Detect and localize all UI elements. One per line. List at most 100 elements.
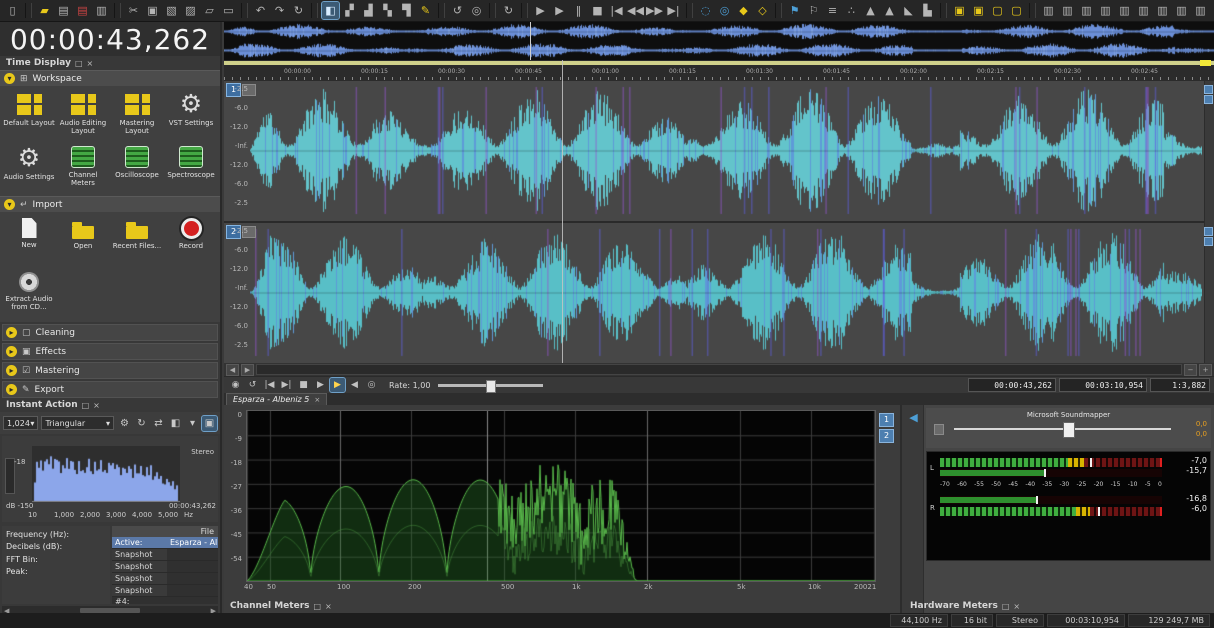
chevron-down-icon[interactable]: ▾ bbox=[4, 199, 15, 210]
time-ruler[interactable]: 00:00:00 00:00:15 00:00:30 00:00:45 00:01:00… bbox=[224, 60, 1214, 82]
float-window-icon[interactable]: □ bbox=[75, 59, 83, 68]
snap-to-grid-icon[interactable]: ▙ bbox=[919, 2, 936, 19]
time-display-tab[interactable]: Time Display □ × bbox=[0, 56, 220, 70]
region-icon[interactable]: ⚐ bbox=[805, 2, 822, 19]
float-window-icon[interactable]: □ bbox=[313, 602, 321, 611]
section-export[interactable]: ▸ ✎ Export bbox=[2, 381, 218, 398]
fft-size-select[interactable]: 1,024 ▾ bbox=[3, 416, 39, 430]
default-layout[interactable]: Default Layout bbox=[3, 89, 55, 141]
mastering-layout[interactable]: Mastering Layout bbox=[111, 89, 163, 141]
spectroscope[interactable]: Spectroscope bbox=[165, 143, 217, 195]
repeat-icon[interactable]: ↻ bbox=[290, 2, 307, 19]
oscilloscope[interactable]: Oscilloscope bbox=[111, 143, 163, 195]
speaker-icon[interactable]: ◀ bbox=[909, 411, 917, 613]
close-icon[interactable]: × bbox=[1013, 602, 1020, 611]
crossfade-icon[interactable]: ∴ bbox=[843, 2, 860, 19]
table-row[interactable]: Snapshot #4: bbox=[112, 585, 218, 606]
mute-icon[interactable]: ◀ bbox=[347, 378, 362, 392]
new[interactable]: New bbox=[3, 215, 55, 267]
channel-meters-tab[interactable]: Channel Meters □ × bbox=[224, 599, 338, 613]
go-to-end-icon[interactable]: ▶| bbox=[279, 378, 294, 392]
audio-settings[interactable]: Audio Settings bbox=[3, 143, 55, 195]
auto-ripple-icon[interactable]: ≡ bbox=[824, 2, 841, 19]
zoom-out-time-button[interactable]: − bbox=[1184, 363, 1197, 376]
table-row[interactable]: Snapshot #2: bbox=[112, 561, 218, 582]
stop-icon[interactable]: ■ bbox=[589, 2, 606, 19]
channel-meters-graph[interactable] bbox=[246, 410, 876, 582]
close-icon[interactable]: × bbox=[87, 59, 94, 68]
statistics-icon[interactable]: ▚ bbox=[379, 2, 396, 19]
pencil-tool-icon[interactable]: ✎ bbox=[417, 2, 434, 19]
copy-icon[interactable]: ▣ bbox=[144, 2, 161, 19]
section-cleaning[interactable]: ▸ ▢ Cleaning bbox=[2, 324, 218, 341]
edit-tool-icon[interactable]: ◆ bbox=[735, 2, 752, 19]
chevron-right-icon[interactable]: ▸ bbox=[6, 327, 17, 338]
audio-editing-layout[interactable]: Audio Editing Layout bbox=[57, 89, 109, 141]
preferences-icon[interactable]: ▥ bbox=[1192, 2, 1209, 19]
lock-time-icon[interactable]: ▢ bbox=[1008, 2, 1025, 19]
overview-waveform-left[interactable] bbox=[224, 22, 1214, 41]
zoom-tool-icon[interactable]: ◌ bbox=[697, 2, 714, 19]
stop-icon[interactable]: ■ bbox=[296, 378, 311, 392]
import-section-header[interactable]: ▾ ↵ Import bbox=[0, 196, 220, 212]
chevron-right-icon[interactable]: ▸ bbox=[6, 384, 17, 395]
section-effects[interactable]: ▸ ▣ Effects bbox=[2, 343, 218, 360]
rewind-icon[interactable]: ◀◀ bbox=[627, 2, 644, 19]
open[interactable]: Open bbox=[57, 215, 109, 267]
play-icon[interactable]: ▶ bbox=[313, 378, 328, 392]
play-all-icon[interactable]: ▶ bbox=[532, 2, 549, 19]
channel-converter-icon[interactable]: ◧ bbox=[321, 1, 340, 20]
scroll-right-icon[interactable]: ▶ bbox=[241, 363, 254, 376]
record-icon[interactable]: ◉ bbox=[228, 378, 243, 392]
forward-icon[interactable]: ▶▶ bbox=[646, 2, 663, 19]
shuttle-icon[interactable]: ◎ bbox=[468, 2, 485, 19]
new-file-icon[interactable]: ▯ bbox=[4, 2, 21, 19]
zoom-out-vertical-button[interactable] bbox=[1204, 95, 1213, 104]
select-mid-icon[interactable]: ▲ bbox=[881, 2, 898, 19]
magnify-selection-icon[interactable]: ◎ bbox=[716, 2, 733, 19]
float-window-icon[interactable]: □ bbox=[1002, 602, 1010, 611]
settings-icon[interactable]: ⚙ bbox=[117, 416, 132, 431]
go-to-start-icon[interactable]: |◀ bbox=[608, 2, 625, 19]
scroll-left-icon[interactable]: ◀ bbox=[226, 363, 239, 376]
lock-markers-icon[interactable]: ▣ bbox=[970, 2, 987, 19]
loop-playback-icon[interactable]: ↺ bbox=[245, 378, 260, 392]
document-tab[interactable]: Esparza - Albeniz 5 × bbox=[226, 393, 328, 405]
refresh-icon[interactable]: ↻ bbox=[500, 2, 517, 19]
close-icon[interactable]: × bbox=[325, 602, 332, 611]
channel-meters[interactable]: Channel Meters bbox=[57, 143, 109, 195]
table-row[interactable]: Snapshot #3: bbox=[112, 573, 218, 594]
loop-region-end-marker[interactable] bbox=[1200, 60, 1211, 66]
overview-waveform-right[interactable] bbox=[224, 41, 1214, 60]
scroll-track[interactable] bbox=[256, 364, 1182, 375]
peak-meter-icon[interactable]: ▥ bbox=[1059, 2, 1076, 19]
cut-icon[interactable]: ✂ bbox=[125, 2, 142, 19]
event-tool-icon[interactable]: ◇ bbox=[754, 2, 771, 19]
rate-slider-handle[interactable] bbox=[486, 379, 497, 393]
chevron-right-icon[interactable]: ▸ bbox=[6, 346, 17, 357]
close-icon[interactable]: × bbox=[314, 396, 320, 404]
sync-settings-icon[interactable]: ▥ bbox=[1173, 2, 1190, 19]
waveform-canvas-2[interactable] bbox=[250, 227, 1202, 358]
smoothing-window-select[interactable]: Triangular ▾ bbox=[41, 416, 114, 430]
trim-icon[interactable]: ▭ bbox=[220, 2, 237, 19]
float-window-icon[interactable]: □ bbox=[82, 401, 90, 410]
chevron-down-icon[interactable]: ▾ bbox=[4, 73, 15, 84]
output-gain-slider[interactable] bbox=[954, 422, 1171, 438]
play-icon[interactable]: ▶ bbox=[551, 2, 568, 19]
refresh-icon[interactable]: ↻ bbox=[134, 416, 149, 431]
spectrum-monitor-icon[interactable]: ▥ bbox=[1116, 2, 1133, 19]
table-row[interactable]: Active:Esparza - Albeniz bbox=[112, 537, 218, 549]
workspace-section-header[interactable]: ▾ ⊞ Workspace bbox=[0, 70, 220, 86]
scrub-icon[interactable]: ◎ bbox=[364, 378, 379, 392]
horizontal-scrollbar[interactable]: ◀ ▶ − + bbox=[224, 363, 1214, 376]
loop-playback-icon[interactable]: ↺ bbox=[449, 2, 466, 19]
pause-icon[interactable]: ‖ bbox=[570, 2, 587, 19]
extract-audio-from-cd[interactable]: Extract Audio from CD... bbox=[3, 269, 55, 321]
vu-meter-icon[interactable]: ▥ bbox=[1040, 2, 1057, 19]
file-overview-strip[interactable] bbox=[224, 22, 1214, 61]
zoom-in-vertical-button[interactable] bbox=[1204, 85, 1213, 94]
paste-special-icon[interactable]: ▨ bbox=[182, 2, 199, 19]
open-icon[interactable]: ▰ bbox=[36, 2, 53, 19]
save-all-icon[interactable]: ▥ bbox=[93, 2, 110, 19]
